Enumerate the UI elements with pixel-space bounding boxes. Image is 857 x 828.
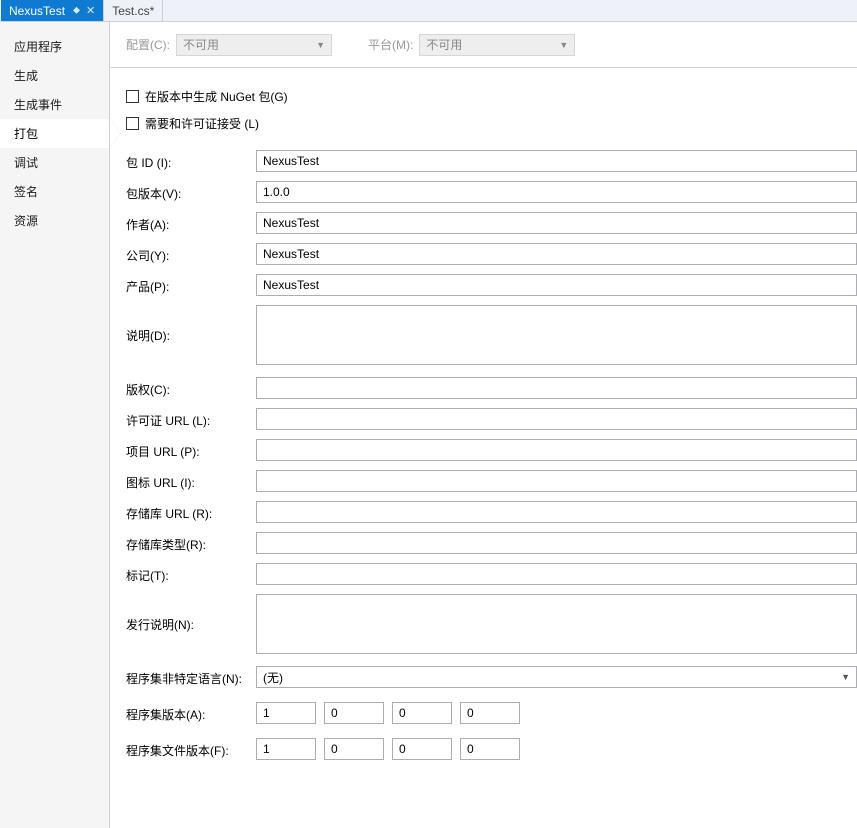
tab-label: Test.cs* [112,4,154,18]
input-company[interactable] [256,243,857,265]
input-product[interactable] [256,274,857,296]
config-value: 不可用 [183,36,219,53]
tab-nexustest[interactable]: NexusTest ⬥ ✕ [1,0,104,21]
tab-test-cs[interactable]: Test.cs* [104,0,163,21]
chevron-down-icon: ▼ [559,40,568,50]
package-form: 在版本中生成 NuGet 包(G) 需要和许可证接受 (L) 包 ID (I):… [110,68,857,828]
label-author: 作者(A): [126,212,256,233]
body: 应用程序 生成 生成事件 打包 调试 签名 资源 配置(C): 不可用 ▼ 平台… [0,22,857,828]
asm-version-rev[interactable] [460,702,520,724]
input-tags[interactable] [256,563,857,585]
label-file-version: 程序集文件版本(F): [126,738,256,759]
input-description[interactable] [256,305,857,365]
file-version-rev[interactable] [460,738,520,760]
label-icon-url: 图标 URL (I): [126,470,256,491]
checkbox-require-license[interactable] [126,117,139,130]
document-tabs: NexusTest ⬥ ✕ Test.cs* [0,0,857,22]
checkbox-require-license-row: 需要和许可证接受 (L) [126,115,857,132]
sidebar-item-application[interactable]: 应用程序 [0,32,109,61]
asm-version-build[interactable] [392,702,452,724]
sidebar-item-build[interactable]: 生成 [0,61,109,90]
input-license-url[interactable] [256,408,857,430]
config-combo: 不可用 ▼ [176,34,332,56]
input-release-notes[interactable] [256,594,857,654]
chevron-down-icon: ▼ [841,672,850,682]
platform-combo: 不可用 ▼ [419,34,575,56]
combo-value: (无) [263,669,283,686]
asm-version-major[interactable] [256,702,316,724]
config-label: 配置(C): [126,36,170,53]
main-panel: 配置(C): 不可用 ▼ 平台(M): 不可用 ▼ 在版本中生成 NuGet 包… [110,22,857,828]
input-copyright[interactable] [256,377,857,399]
checkbox-generate-nuget[interactable] [126,90,139,103]
label-package-version: 包版本(V): [126,181,256,202]
chevron-down-icon: ▼ [316,40,325,50]
label-project-url: 项目 URL (P): [126,439,256,460]
label-repo-type: 存储库类型(R): [126,532,256,553]
sidebar-item-signing[interactable]: 签名 [0,177,109,206]
label-release-notes: 发行说明(N): [126,594,256,633]
platform-value: 不可用 [426,36,462,53]
checkbox-generate-nuget-row: 在版本中生成 NuGet 包(G) [126,88,857,105]
label-license-url: 许可证 URL (L): [126,408,256,429]
label-copyright: 版权(C): [126,377,256,398]
label-repo-url: 存储库 URL (R): [126,501,256,522]
input-repo-type[interactable] [256,532,857,554]
asm-version-minor[interactable] [324,702,384,724]
close-icon[interactable]: ✕ [86,4,95,17]
label-product: 产品(P): [126,274,256,295]
checkbox-label: 需要和许可证接受 (L) [145,115,259,132]
label-company: 公司(Y): [126,243,256,264]
input-icon-url[interactable] [256,470,857,492]
project-properties-window: NexusTest ⬥ ✕ Test.cs* 应用程序 生成 生成事件 打包 调… [0,0,857,828]
label-package-id: 包 ID (I): [126,150,256,171]
input-package-version[interactable] [256,181,857,203]
label-neutral-lang: 程序集非特定语言(N): [126,666,256,687]
sidebar-item-debug[interactable]: 调试 [0,148,109,177]
properties-sidebar: 应用程序 生成 生成事件 打包 调试 签名 资源 [0,22,110,828]
input-package-id[interactable] [256,150,857,172]
sidebar-item-package[interactable]: 打包 [0,119,109,148]
file-version-major[interactable] [256,738,316,760]
label-tags: 标记(T): [126,563,256,584]
combo-neutral-lang[interactable]: (无) ▼ [256,666,857,688]
file-version-minor[interactable] [324,738,384,760]
input-project-url[interactable] [256,439,857,461]
input-repo-url[interactable] [256,501,857,523]
sidebar-item-resources[interactable]: 资源 [0,206,109,235]
config-toolbar: 配置(C): 不可用 ▼ 平台(M): 不可用 ▼ [110,22,857,68]
input-author[interactable] [256,212,857,234]
label-asm-version: 程序集版本(A): [126,702,256,723]
platform-label: 平台(M): [368,36,413,53]
tab-label: NexusTest [9,4,65,18]
pin-icon[interactable]: ⬥ [73,5,80,16]
label-description: 说明(D): [126,305,256,344]
sidebar-item-build-events[interactable]: 生成事件 [0,90,109,119]
checkbox-label: 在版本中生成 NuGet 包(G) [145,88,288,105]
file-version-build[interactable] [392,738,452,760]
